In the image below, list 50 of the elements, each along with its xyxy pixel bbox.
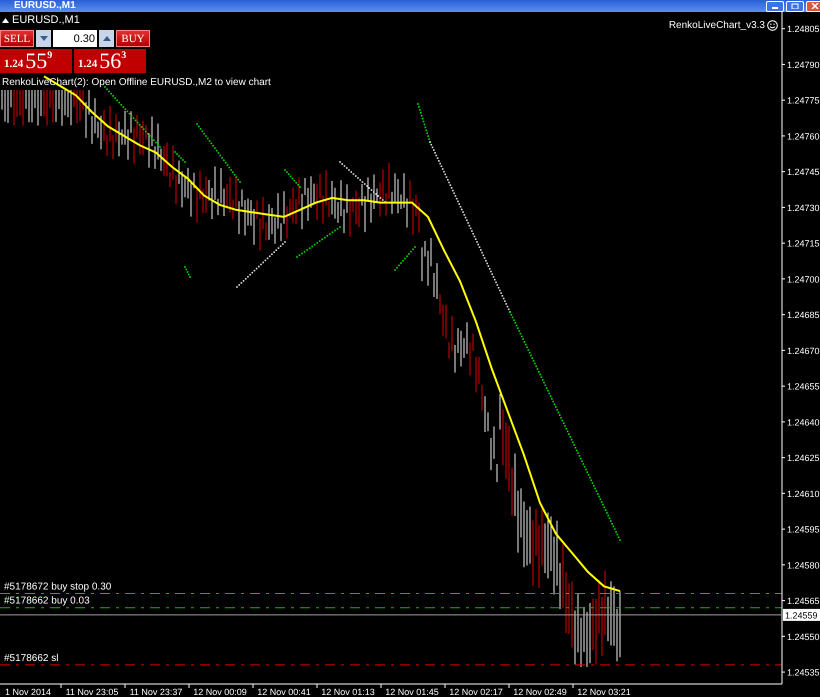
time-tick-label: 12 Nov 02:17 (449, 687, 503, 697)
price-tick-label: 1.24595 (787, 524, 820, 535)
time-tick-label: 11 Nov 23:05 (66, 687, 118, 697)
time-tick-label: 12 Nov 00:41 (257, 687, 311, 697)
smiley-icon (767, 20, 778, 31)
symbol-text: EURUSD.,M1 (12, 14, 80, 26)
price-tick-label: 1.24805 (787, 24, 820, 34)
lot-increase-button[interactable] (99, 30, 114, 47)
bid-price-label: 1.24559 (783, 608, 820, 621)
close-icon (811, 3, 819, 9)
price-tick-label: 1.24550 (787, 632, 820, 642)
price-tick-label: 1.24775 (787, 96, 820, 106)
order-label: #5178672 buy stop 0.30 (4, 581, 112, 592)
minimize-button[interactable] (766, 0, 784, 12)
price-tick-label: 1.24565 (787, 596, 820, 606)
lot-size-field[interactable]: 0.30 (53, 30, 97, 47)
time-tick-label: 12 Nov 03:21 (577, 687, 631, 697)
price-tick-label: 1.24580 (787, 560, 820, 570)
maximize-button[interactable] (786, 0, 804, 12)
price-tick-label: 1.24655 (787, 382, 820, 392)
time-tick-label: 12 Nov 00:09 (193, 687, 247, 697)
price-tick-label: 1.24760 (787, 131, 820, 142)
triangle-icon (2, 18, 9, 22)
buy-button[interactable]: BUY (116, 30, 150, 47)
indicator-name: RenkoLiveChart_v3.3 (668, 20, 765, 31)
price-tick-label: 1.24610 (787, 488, 820, 499)
price-tick-label: 1.24670 (787, 346, 820, 356)
price-tick-label: 1.24625 (787, 453, 820, 464)
price-tick-label: 1.24685 (787, 310, 820, 320)
window-title: EURUSD.,M1 (14, 0, 76, 12)
price-tick-label: 1.24745 (787, 167, 820, 178)
price-tick-label: 1.24700 (787, 274, 820, 284)
price-tick-label: 1.24730 (787, 202, 820, 213)
price-tick-label: 1.24790 (787, 60, 820, 70)
time-tick-label: 12 Nov 01:45 (385, 687, 439, 697)
close-button[interactable] (806, 0, 820, 12)
time-tick-label: 12 Nov 01:13 (321, 687, 375, 697)
order-label: #5178662 buy 0.03 (4, 596, 90, 607)
price-tick-label: 1.24535 (787, 668, 820, 678)
order-label: #5178662 sl (4, 652, 58, 664)
time-tick-label: 12 Nov 02:49 (513, 687, 567, 697)
time-tick-label: 1 Nov 2014 (4, 687, 52, 697)
up-arrow-icon (102, 36, 110, 41)
lot-decrease-button[interactable] (36, 30, 51, 47)
price-tick-label: 1.24640 (787, 417, 820, 428)
sell-button[interactable]: SELL (0, 30, 34, 47)
time-tick-label: 11 Nov 23:37 (130, 687, 182, 697)
down-arrow-icon (40, 36, 48, 41)
price-tick-label: 1.24715 (787, 238, 820, 249)
maximize-icon (791, 3, 799, 9)
